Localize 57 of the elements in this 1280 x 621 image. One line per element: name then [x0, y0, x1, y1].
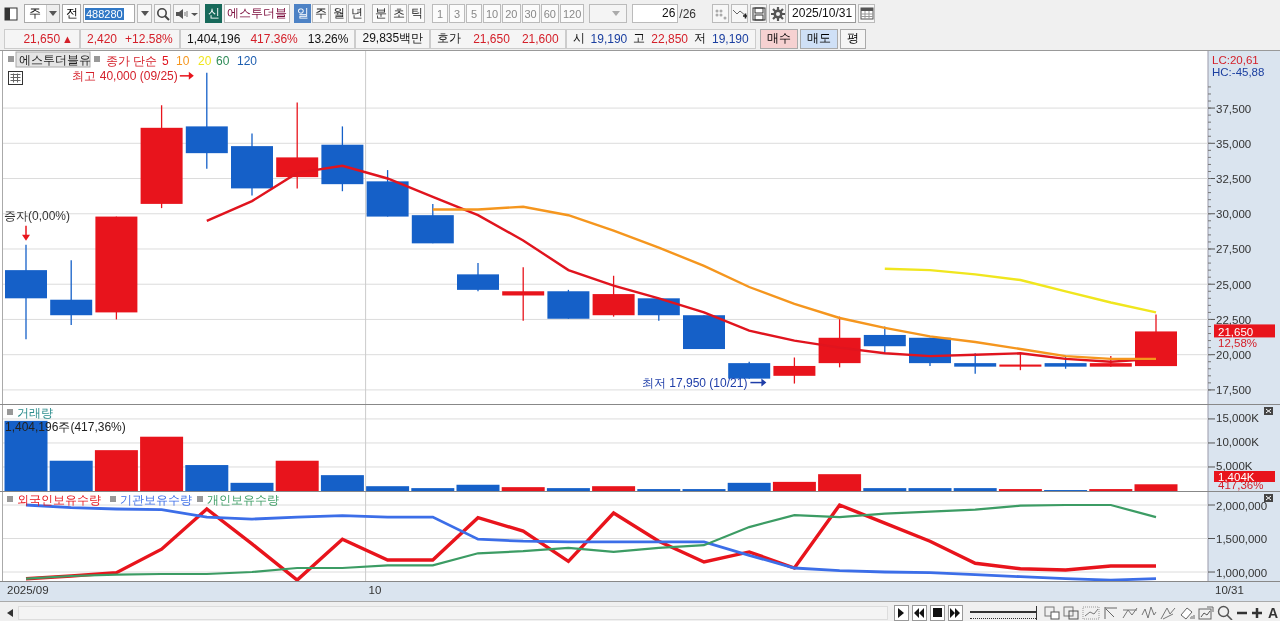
- legend-period: 10: [176, 54, 190, 68]
- current-price: 21,650: [23, 31, 61, 46]
- axis-label: 30,000: [1216, 208, 1252, 221]
- change-rate: +12.58%: [125, 31, 173, 46]
- hc-value: HC:-45,88: [1212, 66, 1265, 78]
- open-label: 시: [572, 30, 585, 47]
- legend-period: 60: [216, 54, 230, 68]
- high-label: 고: [633, 30, 646, 47]
- new-badge: 신: [205, 4, 222, 23]
- event-note: 증자(0,00%): [4, 208, 71, 223]
- turnover-rate: 13.26%: [307, 31, 349, 46]
- count-total: /26: [679, 6, 697, 21]
- end-date-label: 10/31: [1215, 584, 1244, 596]
- legend-label: 기관보유수량: [120, 493, 192, 507]
- axis-label: 10,000K: [1216, 436, 1259, 449]
- indicator-label: 종가 단순: [106, 54, 158, 68]
- price-tag: 21,650: [1214, 324, 1275, 338]
- change-tag: 12,58%: [1218, 337, 1257, 350]
- high-price: 22,850: [651, 31, 688, 46]
- axis-label: 2,000,000: [1216, 499, 1268, 512]
- axis-label: 37,500: [1216, 102, 1252, 115]
- axis-label: 15,000K: [1216, 412, 1259, 425]
- axis-label: 35,000: [1216, 137, 1252, 150]
- price-change: 2,420: [87, 31, 118, 46]
- volume-rate: 417.36%: [250, 31, 298, 46]
- lc-value: LC:20,61: [1212, 54, 1259, 66]
- legend-label: 개인보유수량: [207, 493, 279, 507]
- up-arrow: ▲: [62, 32, 73, 45]
- legend-period: 5: [162, 54, 169, 68]
- date-label: 10: [368, 584, 382, 596]
- axis-label: 32,500: [1216, 173, 1252, 186]
- axis-label: 17,500: [1216, 384, 1252, 397]
- legend-label: 외국인보유수량: [17, 493, 101, 507]
- high-note: 최고 40,000 (09/25): [72, 68, 178, 83]
- volume-value: 1,404,196: [187, 31, 241, 46]
- low-label: 저: [694, 30, 706, 47]
- legend-period: 120: [237, 54, 258, 68]
- axis-label: 1,000,000: [1216, 566, 1268, 579]
- axis-label: 1,500,000: [1216, 533, 1268, 545]
- axis-label: 20,000: [1216, 349, 1252, 362]
- low-price: 19,190: [712, 31, 749, 46]
- low-note: 최저 17,950 (10/21): [642, 375, 748, 390]
- axis-label: 5,000K: [1216, 460, 1253, 473]
- quote-label: 호가: [437, 30, 462, 47]
- stock-name-label: 에스투더블유: [15, 51, 91, 68]
- volume-tag: 1,404K: [1214, 470, 1275, 483]
- legend-period: 20: [198, 54, 212, 68]
- ask-price: 21,650: [473, 31, 510, 46]
- stock-name: 에스투더블: [224, 4, 290, 23]
- axis-label: 25,000: [1216, 278, 1252, 291]
- axis-label: 22,500: [1216, 313, 1252, 326]
- axis-label: 27,500: [1216, 243, 1252, 256]
- date-label: 2025/09: [7, 584, 49, 596]
- panel-title: 거래량: [17, 406, 53, 420]
- bid-price: 21,600: [521, 31, 559, 46]
- open-price: 19,190: [590, 31, 628, 46]
- trade-amount: 29,835백만: [362, 30, 424, 47]
